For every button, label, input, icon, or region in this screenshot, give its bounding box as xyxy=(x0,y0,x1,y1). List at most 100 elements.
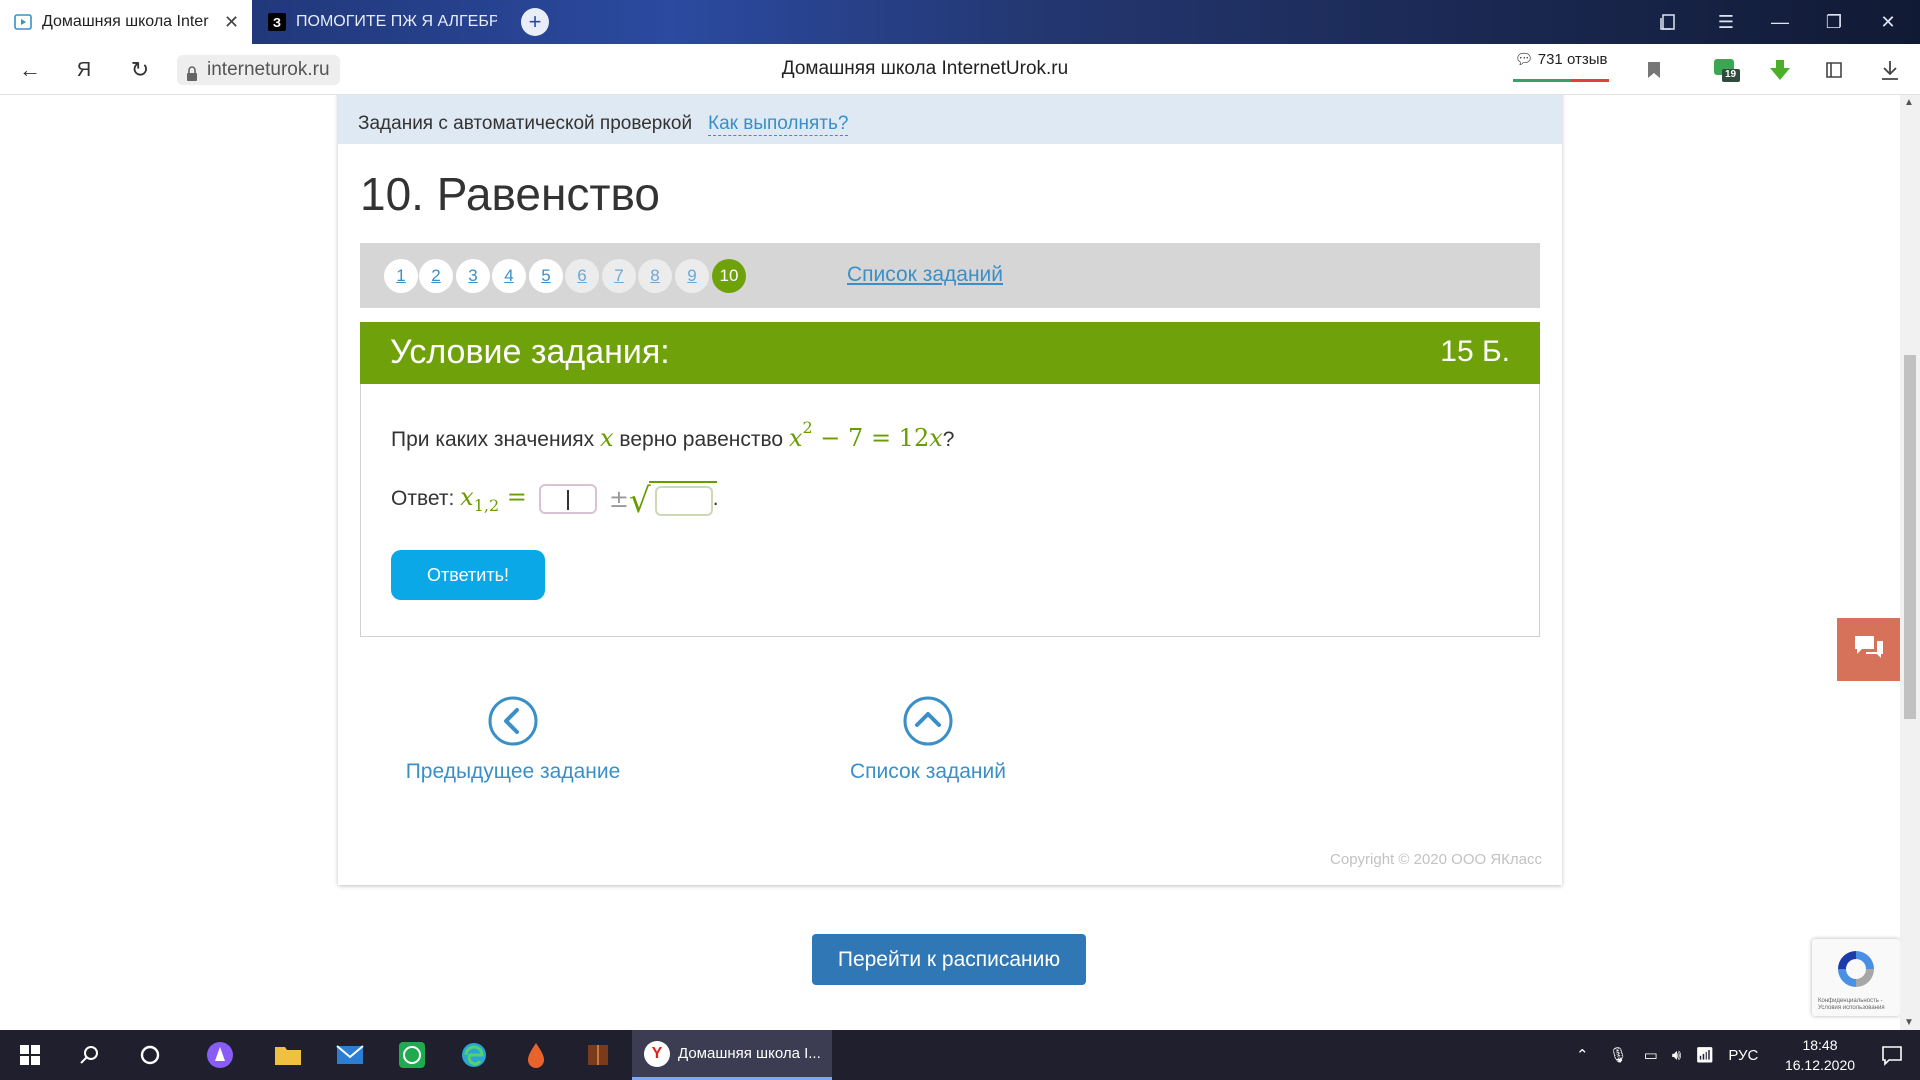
plus-minus-sign: ± xyxy=(608,485,630,513)
condition-points: 15 Б. xyxy=(1440,335,1510,368)
mail-icon[interactable] xyxy=(320,1030,380,1080)
pager-item-7[interactable]: 7 xyxy=(602,259,636,293)
pager-item-10[interactable]: 10 xyxy=(712,259,746,293)
close-tab-icon[interactable]: ✕ xyxy=(224,12,240,33)
answer-lhs: x1,2 = xyxy=(460,483,527,515)
task-card: Задания с автоматической проверкой Как в… xyxy=(338,95,1562,885)
pager-item-4[interactable]: 4 xyxy=(492,259,526,293)
pager-item-1[interactable]: 1 xyxy=(384,259,418,293)
notifications-icon[interactable] xyxy=(1862,1030,1920,1080)
equation-rest: − 7 = 12 xyxy=(812,424,930,452)
clock-date: 16.12.2020 xyxy=(1784,1057,1856,1073)
answer-var: x xyxy=(460,483,474,512)
howto-link[interactable]: Как выполнять? xyxy=(708,113,849,136)
file-explorer-icon[interactable] xyxy=(258,1030,318,1080)
reviews-label: 731 отзыв xyxy=(1537,51,1608,68)
scroll-down-arrow-icon[interactable]: ▼ xyxy=(1904,1017,1914,1028)
search-icon[interactable] xyxy=(60,1030,120,1080)
chat-bubbles-icon xyxy=(1852,633,1886,666)
close-window-icon[interactable]: ✕ xyxy=(1860,0,1916,44)
tab-title: Домашняя школа Inter xyxy=(42,13,209,30)
system-clock[interactable]: 18:48 16.12.2020 xyxy=(1775,1035,1865,1075)
microphone-icon[interactable]: 🎙︎ xyxy=(1609,1046,1628,1064)
copyright: Copyright © 2020 ООО ЯКласс xyxy=(1330,851,1542,868)
downloads-icon[interactable] xyxy=(1876,56,1904,84)
scroll-up-arrow-icon[interactable]: ▲ xyxy=(1904,97,1914,108)
page-scrollbar[interactable]: ▲ ▼ xyxy=(1900,95,1920,1030)
pager-item-6[interactable]: 6 xyxy=(565,259,599,293)
pager-item-8[interactable]: 8 xyxy=(638,259,672,293)
equation-exponent: 2 xyxy=(802,418,813,437)
chevron-up-circle-icon xyxy=(903,696,953,746)
taskbar-active-window[interactable]: Y Домашняя школа I... xyxy=(632,1030,832,1080)
answer-input-1[interactable] xyxy=(538,484,597,514)
menu-icon[interactable]: ☰ xyxy=(1698,0,1754,44)
pager-task-list-link[interactable]: Список заданий xyxy=(847,263,1003,287)
windows-taskbar: Y Домашняя школа I... ⌃ 🎙︎ ▭ 🔊︎ 📶︎ РУС 1… xyxy=(0,1030,1920,1080)
condition-title: Условие задания: xyxy=(390,333,670,371)
cortana-icon[interactable] xyxy=(120,1030,180,1080)
radical-sign-icon: √ xyxy=(629,481,651,521)
taskbar-window-title: Домашняя школа I... xyxy=(678,1045,821,1062)
reviews-widget[interactable]: 💬︎ 731 отзыв xyxy=(1513,50,1609,84)
autocheck-text: Задания с автоматической проверкой xyxy=(358,113,693,134)
edge-browser-icon[interactable] xyxy=(444,1030,504,1080)
extension-badge-count: 19 xyxy=(1725,69,1737,80)
windows-start-icon[interactable] xyxy=(0,1030,60,1080)
submit-answer-button[interactable]: Ответить! xyxy=(391,550,545,600)
tab-inactive[interactable]: З ПОМОГИТЕ ПЖ Я АЛГЕБР xyxy=(252,0,497,44)
question-middle: верно равенство xyxy=(619,428,784,451)
answer-input-2[interactable] xyxy=(654,486,713,516)
bookmarks-panel-icon[interactable] xyxy=(1640,0,1696,44)
minimize-icon[interactable]: — xyxy=(1752,0,1808,44)
pager-item-5[interactable]: 5 xyxy=(529,259,563,293)
pager-item-3[interactable]: 3 xyxy=(456,259,490,293)
previous-task-nav[interactable]: Предыдущее задание xyxy=(398,696,628,784)
equation-base: x xyxy=(788,424,803,452)
answer-row: Ответ: x1,2 = ± √ . xyxy=(391,479,719,519)
download-extension-icon[interactable] xyxy=(1766,56,1794,84)
task-list-nav[interactable]: Список заданий xyxy=(808,696,1048,784)
recaptcha-text: Конфиденциальность - Условия использован… xyxy=(1818,998,1885,1011)
chat-widget-button[interactable] xyxy=(1837,618,1900,681)
radical-overline xyxy=(649,481,718,483)
znanija-icon: З xyxy=(268,13,286,31)
previous-task-label: Предыдущее задание xyxy=(405,760,621,783)
task-pager: 1 2 3 4 5 6 7 8 9 10 Список заданий xyxy=(360,243,1540,308)
volume-icon[interactable]: 🔊︎ xyxy=(1672,1047,1681,1064)
tab-active[interactable]: Домашняя школа Inter ✕ xyxy=(0,0,252,44)
restore-icon[interactable]: ❐ xyxy=(1806,0,1862,44)
clock-time: 18:48 xyxy=(1802,1037,1838,1053)
pager-item-2[interactable]: 2 xyxy=(419,259,453,293)
pager-item-9[interactable]: 9 xyxy=(675,259,709,293)
video-play-icon xyxy=(14,13,32,31)
collections-icon[interactable] xyxy=(1820,56,1848,84)
condition-header: Условие задания: 15 Б. xyxy=(360,322,1540,384)
answer-equals: = xyxy=(499,483,527,512)
scrollbar-thumb[interactable] xyxy=(1904,355,1916,719)
question-text: При каких значениях x верно равенство x2… xyxy=(391,418,955,452)
system-tray: ⌃ 🎙︎ ▭ 🔊︎ 📶︎ РУС xyxy=(1576,1030,1758,1080)
network-icon[interactable]: 📶︎ xyxy=(1695,1046,1714,1064)
chevron-left-circle-icon xyxy=(488,696,538,746)
paint-drop-icon[interactable] xyxy=(506,1030,566,1080)
recaptcha-badge[interactable]: Конфиденциальность - Условия использован… xyxy=(1812,939,1900,1016)
whatsapp-icon[interactable] xyxy=(382,1030,442,1080)
condition-body: При каких значениях x верно равенство x2… xyxy=(360,384,1540,637)
battery-icon[interactable]: ▭ xyxy=(1644,1046,1658,1064)
input-language[interactable]: РУС xyxy=(1728,1047,1758,1064)
question-variable: x xyxy=(600,424,614,452)
book-app-icon[interactable] xyxy=(568,1030,628,1080)
task-list-label: Список заданий xyxy=(849,760,1006,783)
browser-tab-strip: Домашняя школа Inter ✕ З ПОМОГИТЕ ПЖ Я А… xyxy=(0,0,1920,44)
text-caret xyxy=(566,490,569,510)
extension-badge-icon[interactable]: 19 xyxy=(1712,56,1740,84)
tray-expand-icon[interactable]: ⌃ xyxy=(1576,1046,1589,1064)
question-suffix: ? xyxy=(942,428,955,451)
task-title: 10. Равенство xyxy=(360,168,660,220)
go-to-schedule-button[interactable]: Перейти к расписанию xyxy=(812,934,1086,985)
autocheck-bar: Задания с автоматической проверкой Как в… xyxy=(338,95,1562,144)
alice-assistant-icon[interactable] xyxy=(190,1030,250,1080)
bookmark-icon[interactable] xyxy=(1640,56,1668,84)
new-tab-button[interactable]: + xyxy=(521,8,549,36)
